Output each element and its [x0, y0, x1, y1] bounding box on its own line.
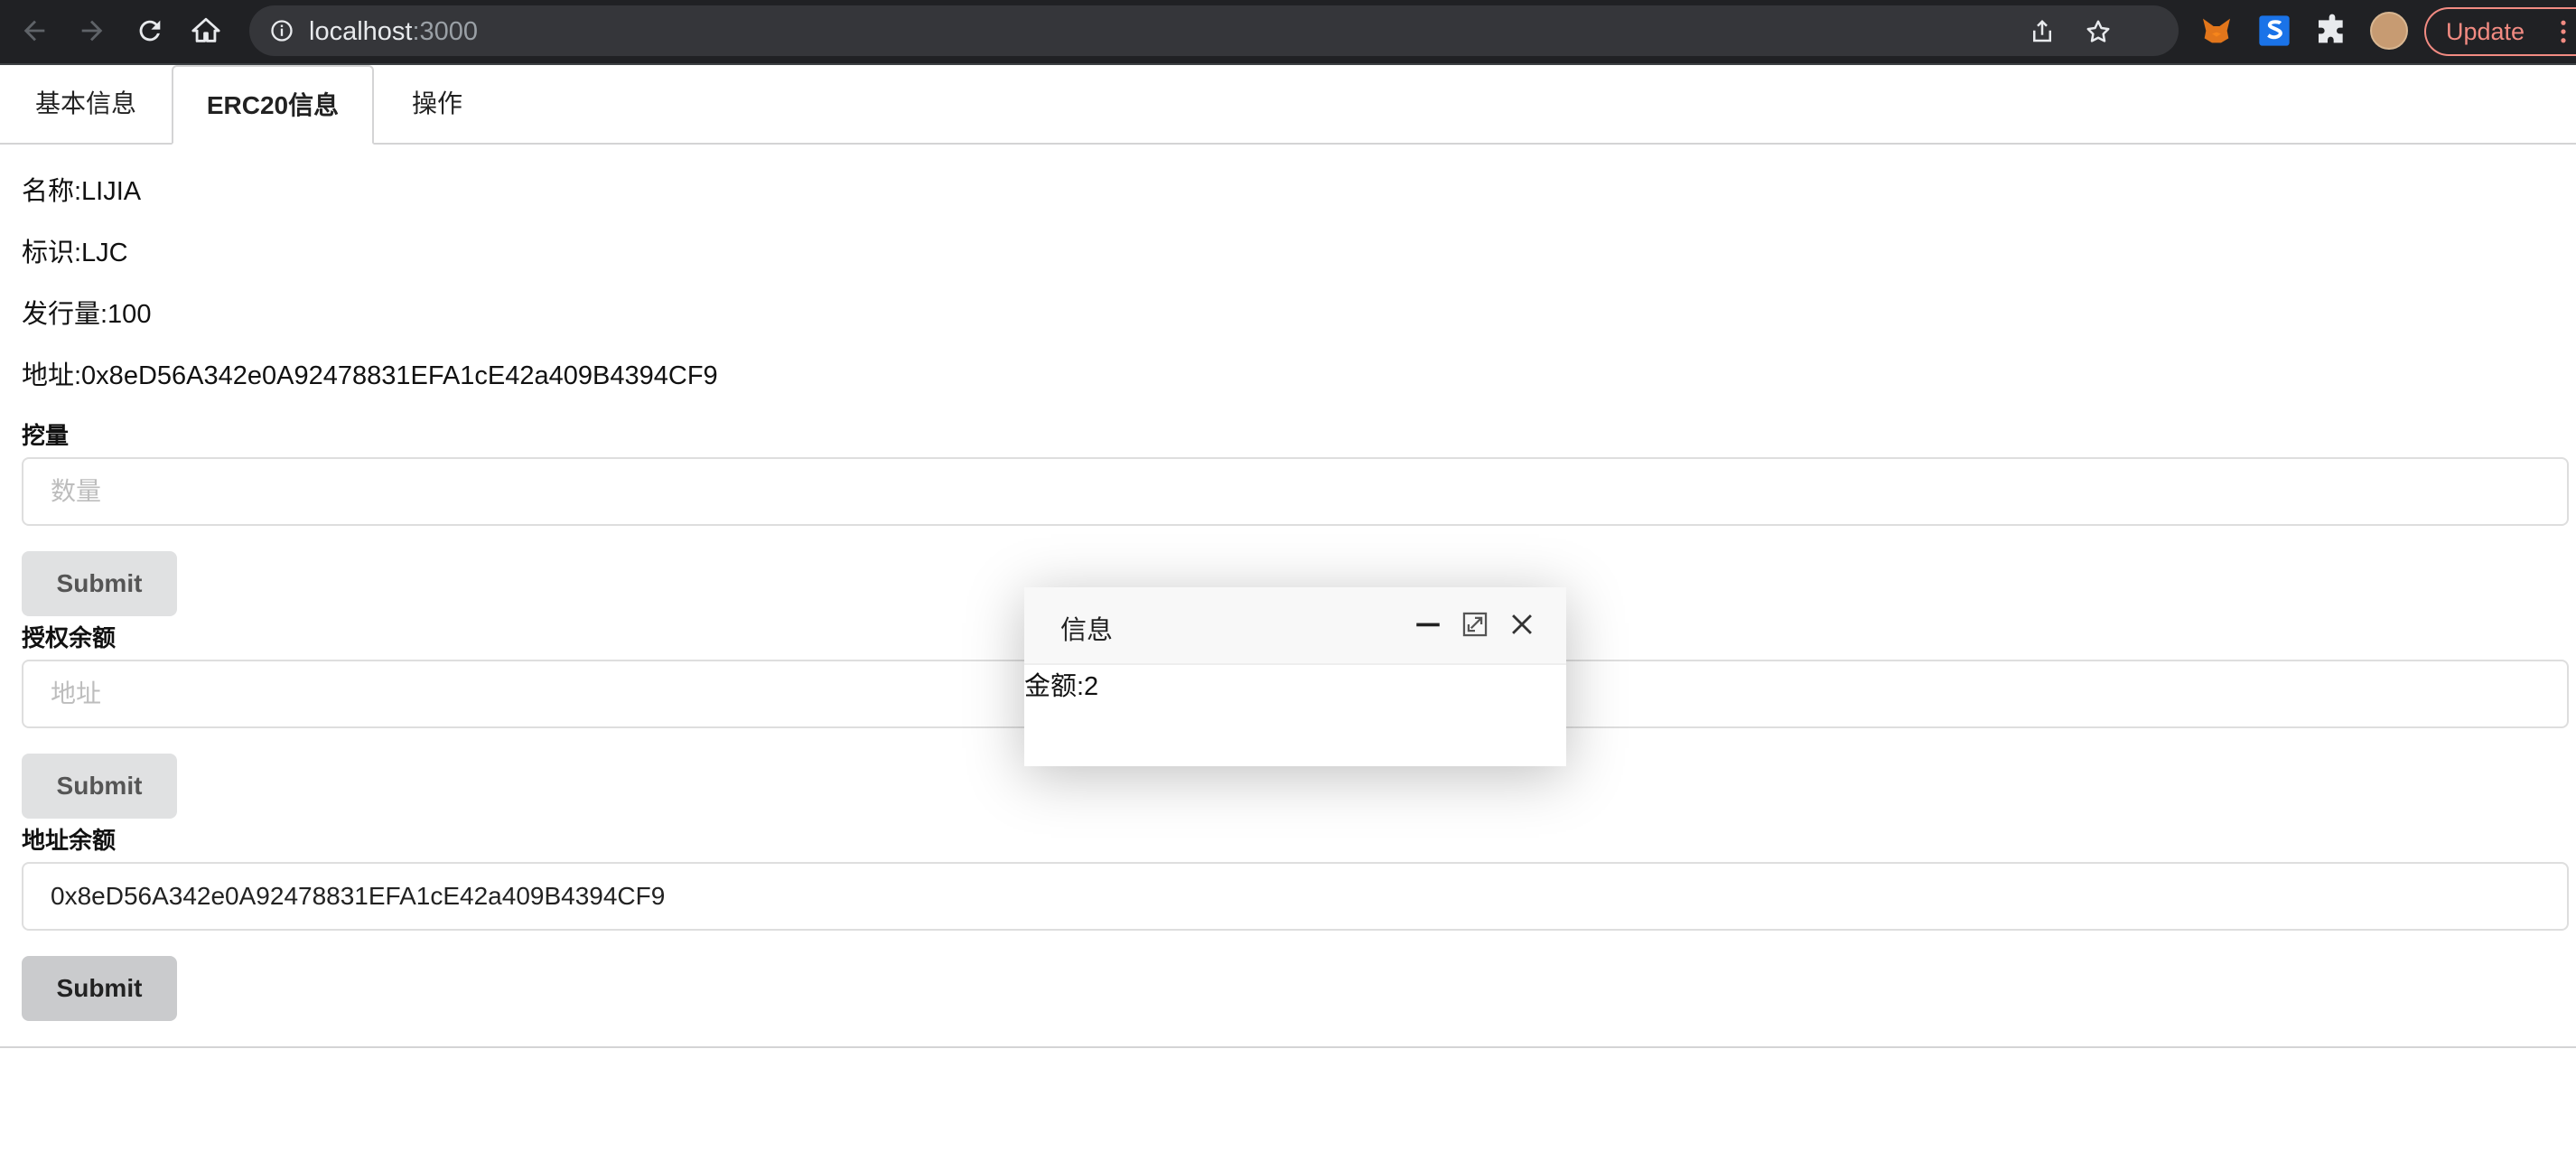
token-name: 名称:LIJIA	[22, 177, 142, 206]
token-symbol: 标识:LJC	[22, 239, 128, 267]
browser-toolbar: localhost:3000 Update	[0, 0, 2576, 65]
back-icon[interactable]	[16, 13, 52, 49]
reload-icon[interactable]	[132, 13, 168, 49]
dialog-header: 信息	[1024, 587, 1566, 665]
allowance-label: 授权余额	[22, 624, 117, 651]
dialog-title: 信息	[1060, 616, 1114, 645]
mine-submit-button[interactable]: Submit	[22, 551, 177, 616]
tab-bar: 基本信息 ERC20信息 操作	[0, 65, 2576, 145]
allowance-submit-button[interactable]: Submit	[22, 754, 177, 819]
bookmark-star-icon[interactable]	[2085, 18, 2112, 45]
minimize-icon[interactable]	[1413, 609, 1443, 640]
mine-amount-input[interactable]	[22, 457, 2569, 526]
profile-avatar[interactable]	[2370, 12, 2408, 50]
extensions-puzzle-icon[interactable]	[2314, 13, 2350, 49]
tab-erc20-info[interactable]: ERC20信息	[172, 65, 374, 145]
info-dialog: 信息 金额:2	[1024, 587, 1566, 766]
token-address: 地址:0x8eD56A342e0A92478831EFA1cE42a409B43…	[22, 361, 718, 390]
more-menu-icon[interactable]	[2560, 20, 2567, 43]
token-supply: 发行量:100	[22, 300, 152, 329]
site-info-icon[interactable]	[269, 18, 294, 43]
section-divider	[0, 1046, 2576, 1048]
balance-label: 地址余额	[22, 827, 117, 854]
url-host: localhost	[309, 17, 413, 46]
tab-operations[interactable]: 操作	[374, 65, 500, 143]
metamask-fox-icon[interactable]	[2198, 13, 2235, 49]
maximize-icon[interactable]	[1460, 609, 1490, 640]
tab-basic-info[interactable]: 基本信息	[0, 65, 172, 143]
url-port: :3000	[412, 17, 479, 46]
update-label: Update	[2446, 18, 2525, 45]
mine-label: 挖量	[22, 422, 70, 449]
address-bar[interactable]: localhost:3000	[249, 5, 2179, 56]
balance-address-input[interactable]	[22, 862, 2569, 931]
share-icon[interactable]	[2029, 18, 2056, 45]
url-text[interactable]: localhost:3000	[309, 17, 478, 46]
extension-s-icon[interactable]	[2256, 13, 2292, 49]
forward-icon[interactable]	[74, 13, 110, 49]
dialog-message: 金额:2	[1024, 672, 1099, 701]
update-button[interactable]: Update	[2424, 7, 2576, 56]
balance-submit-button[interactable]: Submit	[22, 956, 177, 1021]
close-icon[interactable]	[1507, 609, 1537, 640]
home-icon[interactable]	[188, 13, 224, 49]
